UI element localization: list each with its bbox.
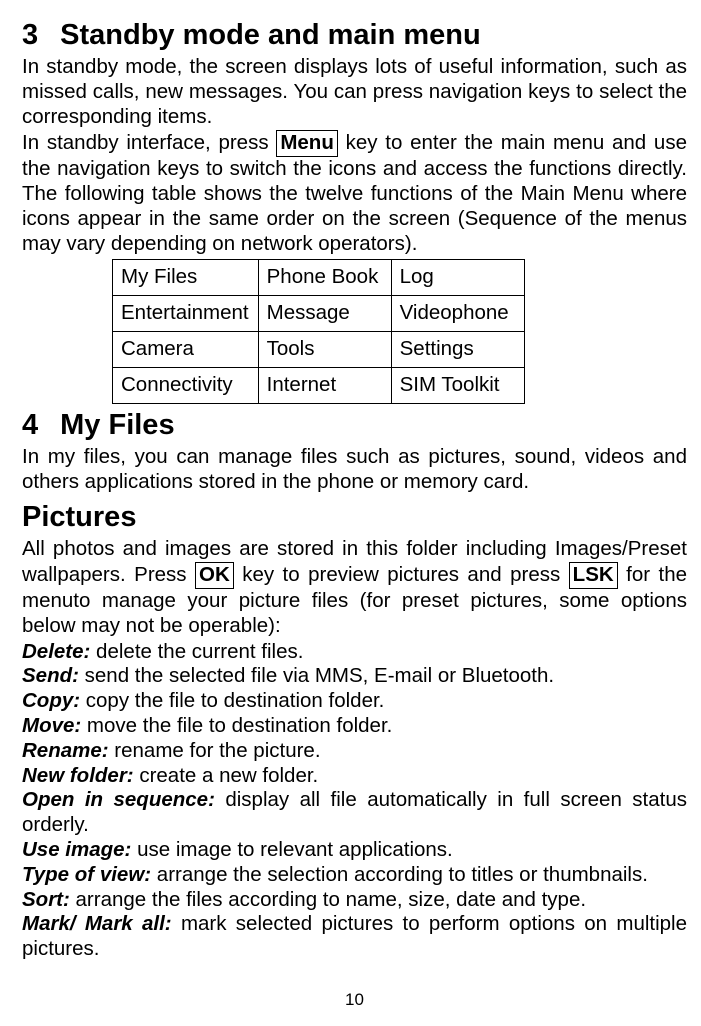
list-item: Type of view: arrange the selection acco…: [22, 863, 687, 888]
section4-para: In my files, you can manage files such a…: [22, 445, 687, 495]
entry-label: Copy:: [22, 689, 80, 712]
entry-label: Type of view:: [22, 863, 151, 886]
table-cell: Tools: [258, 332, 391, 368]
section3-heading: 3 Standby mode and main menu: [22, 18, 687, 53]
entry-label: Use image:: [22, 838, 131, 861]
list-item: Use image: use image to relevant applica…: [22, 838, 687, 863]
table-cell: My Files: [113, 260, 259, 296]
entry-text: move the file to destination folder.: [81, 714, 392, 737]
entry-text: send the selected file via MMS, E-mail o…: [79, 664, 554, 687]
entry-label: Send:: [22, 664, 79, 687]
section3-title: Standby mode and main menu: [60, 19, 481, 51]
section3-para1: In standby mode, the screen displays lot…: [22, 55, 687, 129]
list-item: Copy: copy the file to destination folde…: [22, 689, 687, 714]
list-item: New folder: create a new folder.: [22, 764, 687, 789]
ok-key-label: OK: [195, 562, 234, 589]
table-row: Connectivity Internet SIM Toolkit: [113, 367, 525, 403]
section3-num: 3: [22, 19, 38, 51]
page-number: 10: [22, 990, 687, 1011]
section4-num: 4: [22, 409, 38, 441]
main-menu-table: My Files Phone Book Log Entertainment Me…: [112, 259, 525, 403]
list-item: Delete: delete the current files.: [22, 640, 687, 665]
entry-text: arrange the selection according to title…: [151, 863, 648, 886]
table-cell: Entertainment: [113, 296, 259, 332]
entry-text: arrange the files according to name, siz…: [70, 888, 586, 911]
entry-label: Rename:: [22, 739, 109, 762]
section4-heading: 4 My Files: [22, 408, 687, 443]
entry-text: use image to relevant applications.: [131, 838, 452, 861]
pictures-intro: All photos and images are stored in this…: [22, 537, 687, 638]
table-cell: Camera: [113, 332, 259, 368]
entry-label: Delete:: [22, 640, 90, 663]
section3-para2: In standby interface, press Menu key to …: [22, 130, 687, 256]
table-cell: Settings: [391, 332, 524, 368]
entry-label: New folder:: [22, 764, 134, 787]
entry-text: delete the current files.: [90, 640, 303, 663]
entry-text: copy the file to destination folder.: [80, 689, 384, 712]
section3-para2a: In standby interface, press: [22, 131, 276, 154]
entries-list: Delete: delete the current files. Send: …: [22, 640, 687, 962]
table-cell: Log: [391, 260, 524, 296]
entry-label: Move:: [22, 714, 81, 737]
entry-label: Sort:: [22, 888, 70, 911]
list-item: Move: move the file to destination folde…: [22, 714, 687, 739]
list-item: Mark/ Mark all: mark selected pictures t…: [22, 912, 687, 962]
entry-label: Open in sequence:: [22, 788, 215, 811]
entry-text: create a new folder.: [134, 764, 319, 787]
list-item: Rename: rename for the picture.: [22, 739, 687, 764]
table-cell: Connectivity: [113, 367, 259, 403]
entry-label: Mark/ Mark all:: [22, 912, 172, 935]
table-cell: SIM Toolkit: [391, 367, 524, 403]
menu-key-label: Menu: [276, 130, 338, 157]
entry-text: rename for the picture.: [109, 739, 321, 762]
table-cell: Message: [258, 296, 391, 332]
list-item: Sort: arrange the files according to nam…: [22, 888, 687, 913]
table-row: Entertainment Message Videophone: [113, 296, 525, 332]
pictures-heading: Pictures: [22, 500, 687, 535]
section4-title: My Files: [60, 409, 174, 441]
lsk-key-label: LSK: [569, 562, 618, 589]
table-row: Camera Tools Settings: [113, 332, 525, 368]
table-cell: Internet: [258, 367, 391, 403]
table-row: My Files Phone Book Log: [113, 260, 525, 296]
table-cell: Phone Book: [258, 260, 391, 296]
table-cell: Videophone: [391, 296, 524, 332]
pictures-para-b: key to preview pictures and press: [234, 563, 569, 586]
list-item: Open in sequence: display all file autom…: [22, 788, 687, 838]
list-item: Send: send the selected file via MMS, E-…: [22, 664, 687, 689]
